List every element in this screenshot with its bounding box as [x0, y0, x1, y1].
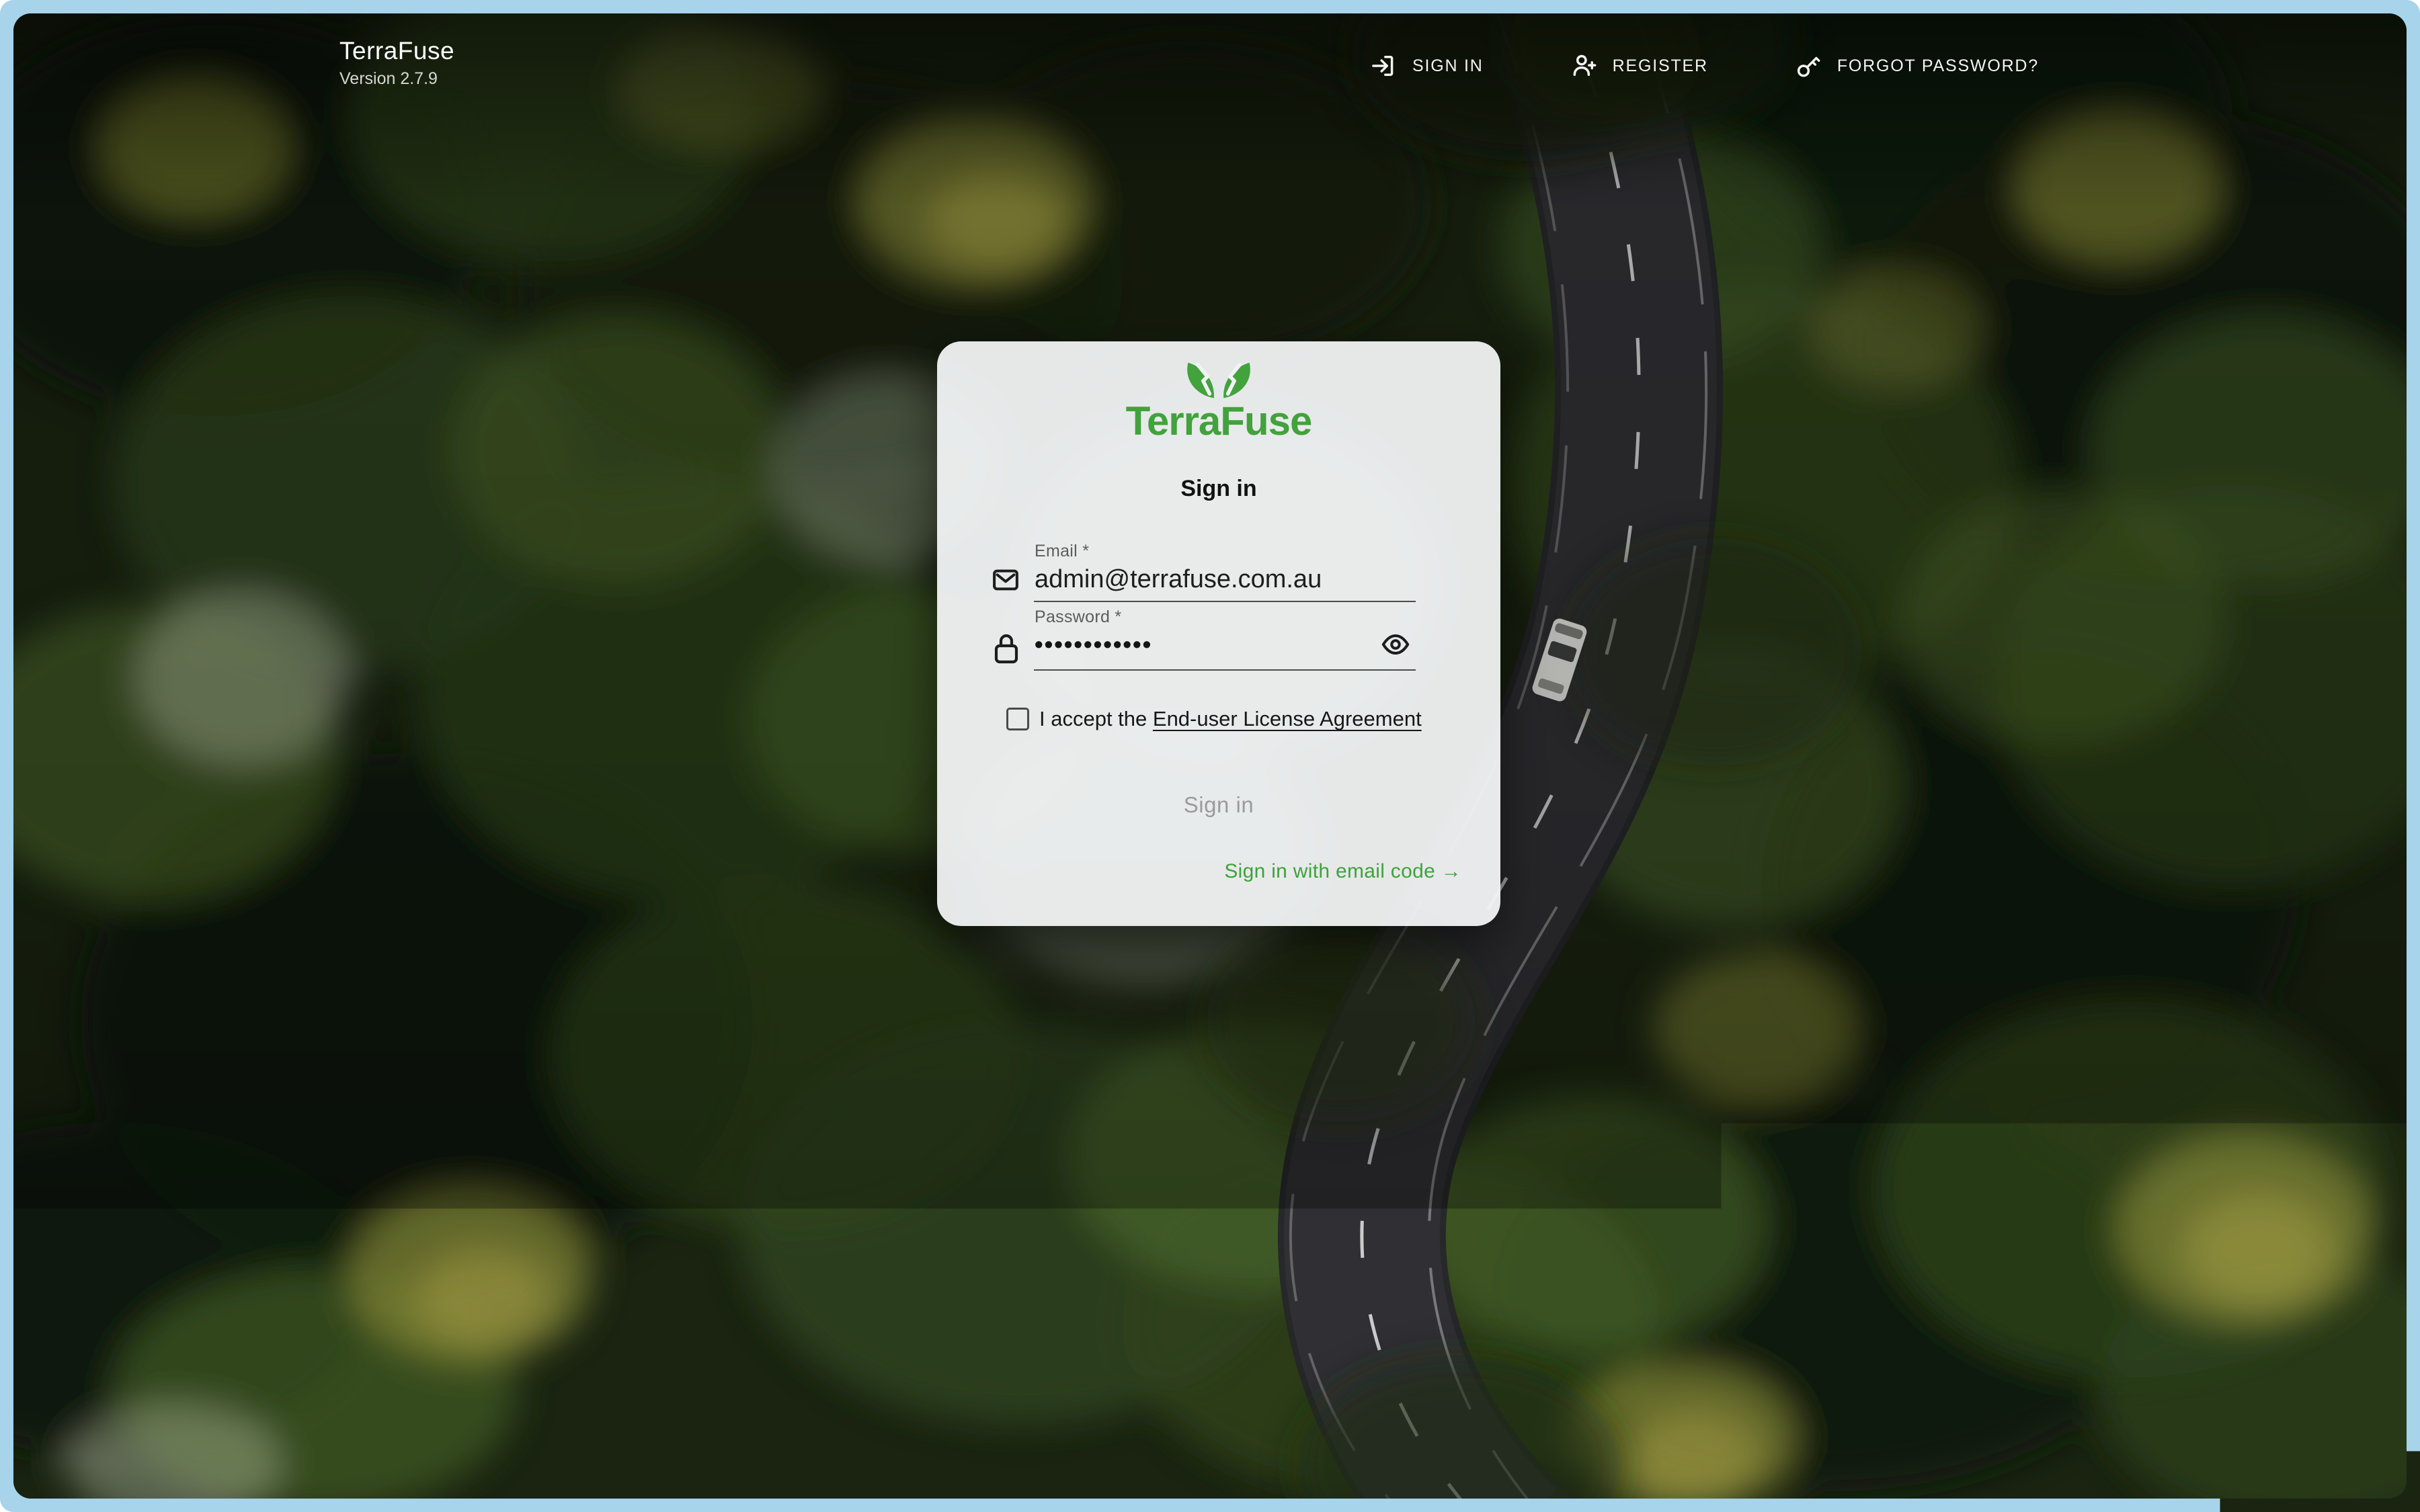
- nav-forgot-password-label: FORGOT PASSWORD?: [1837, 56, 2039, 76]
- password-underline: [1034, 669, 1416, 671]
- card-heading: Sign in: [937, 476, 1500, 502]
- app-title: TerraFuse: [339, 36, 454, 66]
- brand: TerraFuse Version 2.7.9: [339, 36, 454, 89]
- nav-forgot-password[interactable]: FORGOT PASSWORD?: [1794, 52, 2039, 80]
- sign-in-button[interactable]: Sign in: [937, 792, 1500, 818]
- eula-checkbox[interactable]: [1006, 708, 1029, 730]
- nav-sign-in[interactable]: SIGN IN: [1369, 52, 1484, 80]
- email-label: Email *: [1035, 542, 1089, 561]
- eula-prefix: I accept the: [1039, 707, 1153, 730]
- person-add-icon: [1570, 52, 1598, 80]
- envelope-icon: [990, 564, 1021, 595]
- email-underline: [1034, 601, 1416, 602]
- lock-icon: [992, 629, 1021, 668]
- sign-in-card: TerraFuse Sign in Email * admin@terrafus…: [937, 341, 1500, 926]
- email-input[interactable]: admin@terrafuse.com.au: [1035, 565, 1322, 594]
- password-label: Password *: [1035, 607, 1121, 627]
- login-icon: [1369, 52, 1398, 80]
- eula-text: I accept the End-user License Agreement: [1039, 706, 1422, 732]
- app-frame: TerraFuse Version 2.7.9 SIGN IN REGISTER: [0, 0, 2420, 1512]
- email-code-link[interactable]: Sign in with email code →: [1224, 860, 1461, 883]
- nav-register-label: REGISTER: [1613, 56, 1708, 76]
- eula-link[interactable]: End-user License Agreement: [1153, 707, 1422, 730]
- password-input[interactable]: ••••••••••••: [1035, 630, 1152, 659]
- nav-sign-in-label: SIGN IN: [1412, 56, 1484, 76]
- logo-leaves-icon: [1168, 356, 1269, 399]
- show-password-icon[interactable]: [1380, 629, 1411, 660]
- key-icon: [1794, 52, 1822, 80]
- forest-background: TerraFuse Version 2.7.9 SIGN IN REGISTER: [13, 13, 2407, 1499]
- logo-text: TerraFuse: [937, 398, 1500, 444]
- top-nav: SIGN IN REGISTER FORGOT PASSWORD?: [1369, 52, 2039, 80]
- app-version: Version 2.7.9: [339, 69, 454, 89]
- nav-register[interactable]: REGISTER: [1570, 52, 1708, 80]
